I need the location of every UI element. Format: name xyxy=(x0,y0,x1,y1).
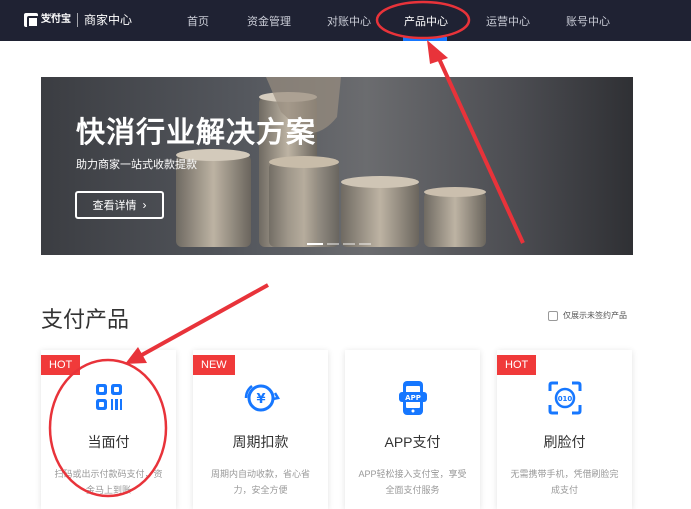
carousel-dot[interactable] xyxy=(327,243,339,245)
product-card-face-to-face[interactable]: HOT 当面付 扫码或出示付款码支付，资金马上到账 xyxy=(41,350,176,509)
nav-item-account[interactable]: 账号中心 xyxy=(566,13,610,29)
unsigned-filter-checkbox[interactable] xyxy=(548,310,558,321)
product-name: 周期扣款 xyxy=(232,434,289,450)
carousel-dot[interactable] xyxy=(359,243,371,245)
logo-divider xyxy=(77,12,78,27)
nav-item-products[interactable]: 产品中心 xyxy=(404,13,448,29)
unsigned-filter-label: 仅展示未签约产品 xyxy=(563,311,627,320)
banner-title: 快消行业解决方案 xyxy=(76,117,317,149)
chevron-right-icon: › xyxy=(142,198,147,212)
carousel-dot[interactable] xyxy=(307,243,323,245)
arrow-head-nav xyxy=(427,40,448,64)
product-name: 刷脸付 xyxy=(543,434,586,450)
arrow-to-product xyxy=(139,283,269,358)
svg-text:¥: ¥ xyxy=(256,392,265,407)
product-description: APP轻松接入支付宝，享受全面支付服务 xyxy=(358,469,467,495)
product-card-app-pay[interactable]: APP APP支付 APP轻松接入支付宝，享受全面支付服务 xyxy=(345,350,480,509)
portal-title: 商家中心 xyxy=(84,13,133,27)
hot-badge: HOT xyxy=(41,355,81,375)
hot-badge: HOT xyxy=(497,355,537,375)
banner-subtitle: 助力商家一站式收款提款 xyxy=(76,159,197,171)
view-details-label: 查看详情 xyxy=(92,200,137,212)
unsigned-filter-toggle[interactable]: 仅展示未签约产品 xyxy=(548,310,627,321)
view-details-button[interactable]: 查看详情 › xyxy=(75,191,164,219)
logo-subtext: ALIPAY xyxy=(41,13,61,19)
product-description: 周期内自动收款，省心省力，安全方便 xyxy=(210,469,310,495)
product-name: APP支付 xyxy=(384,434,441,450)
product-description: 扫码或出示付款码支付，资金马上到账 xyxy=(54,469,163,495)
promo-banner[interactable]: 快消行业解决方案 助力商家一站式收款提款 查看详情 › xyxy=(41,77,633,255)
qr-code-icon xyxy=(95,384,122,410)
product-name: 当面付 xyxy=(87,434,130,450)
svg-text:010: 010 xyxy=(557,395,572,403)
app-phone-icon: APP xyxy=(398,381,427,415)
nav-active-indicator xyxy=(403,37,447,41)
product-description: 无需携带手机，凭借刷脸完成支付 xyxy=(510,469,619,495)
nav-item-reconciliation[interactable]: 对账中心 xyxy=(327,13,371,29)
product-card-recurring-debit[interactable]: NEW ¥ 周期扣款 周期内自动收款，省心省力，安全方便 xyxy=(193,350,328,509)
new-badge: NEW xyxy=(193,355,235,375)
nav-item-home[interactable]: 首页 xyxy=(187,13,209,29)
section-title: 支付产品 xyxy=(41,307,130,332)
face-scan-icon: 010 xyxy=(548,381,581,415)
product-card-face-pay[interactable]: HOT 010 刷脸付 无需携带手机，凭借刷脸完成支付 xyxy=(497,350,632,509)
alipay-logo-icon xyxy=(24,12,39,28)
nav-item-funds[interactable]: 资金管理 xyxy=(247,13,291,29)
top-nav-bar: 支付宝 商家中心 ALIPAY 首页 资金管理 对账中心 产品中心 运营中心 账… xyxy=(0,0,691,41)
carousel-dot[interactable] xyxy=(343,243,355,245)
nav-item-operations[interactable]: 运营中心 xyxy=(486,13,530,29)
carousel-dots xyxy=(307,243,371,245)
svg-text:APP: APP xyxy=(405,394,421,402)
yen-cycle-icon: ¥ xyxy=(244,384,280,412)
